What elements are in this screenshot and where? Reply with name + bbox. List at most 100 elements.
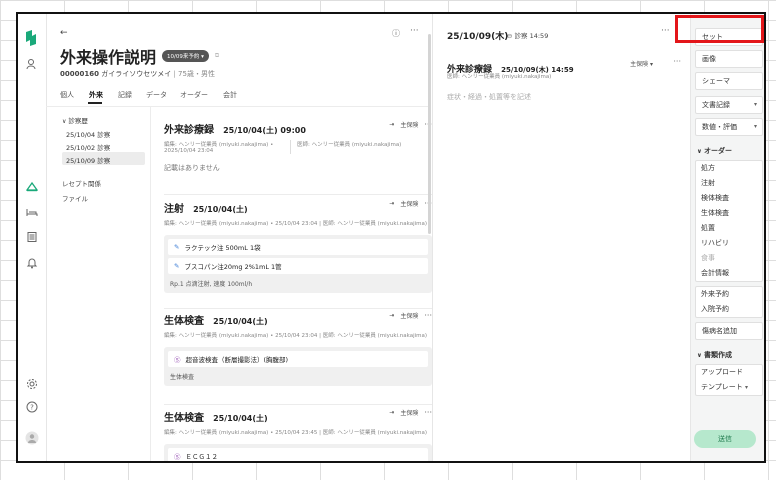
card-title: 生体検査 xyxy=(164,413,204,424)
upload-button[interactable]: アップロード xyxy=(696,365,762,380)
card-divider xyxy=(164,404,432,405)
card-doctor-meta: 医師: ヘンリー従業員 (miyuki.nakajima) xyxy=(290,140,407,154)
numeric-eval-dropdown[interactable]: 数値・評価 ▾ xyxy=(695,118,763,136)
tabs-divider xyxy=(46,106,431,107)
patient-search-icon[interactable] xyxy=(24,56,40,72)
help-icon[interactable]: ? xyxy=(24,399,40,415)
order-item-procedure[interactable]: 処置 xyxy=(696,221,762,236)
order-line[interactable]: Ⓢ 超音波検査（断層撮影法）(胸腹部) xyxy=(168,351,428,367)
record-card-injection: 注射 25/10/04(土) ⇥ 主保険 ··· 編集: ヘンリー従業員 (mi… xyxy=(164,197,432,293)
documents-list: アップロード テンプレート ▾ xyxy=(695,364,763,396)
card-title: 生体検査 xyxy=(164,316,204,327)
active-tab-underline xyxy=(88,102,102,104)
link-icon: ⊖ xyxy=(507,32,513,40)
info-icon[interactable]: ⓘ xyxy=(392,28,400,39)
document-record-dropdown[interactable]: 文書記録 ▾ xyxy=(695,96,763,114)
record-card-physiological-test: 生体検査 25/10/04(土) ⇥ 主保険 ··· 編集: ヘンリー従業員 (… xyxy=(164,309,432,386)
order-item-physio-test[interactable]: 生体検査 xyxy=(696,206,762,221)
order-item-prescription[interactable]: 処方 xyxy=(696,161,762,176)
documents-section-header[interactable]: ∨ 書類作成 xyxy=(691,344,764,364)
appointment-list: 外来予約 入院予約 xyxy=(695,286,763,318)
schema-button[interactable]: シェーマ xyxy=(695,72,763,90)
send-button[interactable]: 送信 xyxy=(694,430,756,448)
order-item-injection[interactable]: 注射 xyxy=(696,176,762,191)
patient-name-title: 外来操作説明 xyxy=(60,48,157,67)
receipt-link[interactable]: レセプト関係 xyxy=(62,178,101,188)
order-section-header[interactable]: ∨ オーダー xyxy=(691,140,764,160)
insurance-select[interactable]: 主保険 ▾ xyxy=(630,59,653,68)
import-icon[interactable]: ⇥ xyxy=(389,312,394,319)
visit-item[interactable]: 25/10/02 診察 xyxy=(66,142,110,152)
patient-kana: ガイライソウセツメイ xyxy=(101,70,172,78)
outpatient-appointment-button[interactable]: 外来予約 xyxy=(696,287,762,302)
chevron-down-icon: ▾ xyxy=(745,384,749,391)
record-card-outpatient: 外来診療録 25/10/04(土) 09:00 ⇥ 主保険 ··· 編集: ヘン… xyxy=(164,118,432,173)
more-menu-icon[interactable]: ··· xyxy=(424,311,432,320)
insurance-label[interactable]: 主保険 xyxy=(400,311,418,320)
visit-time-label: ⊖ 診察 14:59 xyxy=(507,32,549,40)
order-list: 処方 注射 検体検査 生体検査 処置 リハビリ 食事 会計情報 xyxy=(695,160,763,282)
order-line[interactable]: ✎ ブスコパン注20mg 2%1mL 1管 xyxy=(168,258,428,274)
outpatient-icon[interactable] xyxy=(24,178,40,194)
tab-data[interactable]: データ xyxy=(146,90,167,100)
order-line[interactable]: ✎ ラクテック注 500mL 1袋 xyxy=(168,239,428,255)
tab-outpatient[interactable]: 外来 xyxy=(89,90,103,100)
syringe-icon: ✎ xyxy=(174,262,180,270)
test-icon: Ⓢ xyxy=(174,356,181,364)
copy-icon[interactable]: ⧉ xyxy=(215,52,219,60)
visit-item-selected[interactable]: 25/10/09 診察 xyxy=(66,155,110,165)
order-item-rehab[interactable]: リハビリ xyxy=(696,236,762,251)
order-line[interactable]: Ⓢ ＥＣＧ１２ xyxy=(168,448,428,461)
card-title: 注射 xyxy=(164,204,184,215)
more-menu-icon[interactable]: ··· xyxy=(410,26,419,36)
file-link[interactable]: ファイル xyxy=(62,193,88,203)
import-icon[interactable]: ⇥ xyxy=(389,200,394,207)
visit-history-header[interactable]: ∨ 診察歴 xyxy=(62,115,88,125)
chevron-down-icon: ▾ xyxy=(753,123,757,130)
svg-text:?: ? xyxy=(30,404,34,412)
order-note: 生体検査 xyxy=(170,374,195,381)
more-menu-icon[interactable]: ··· xyxy=(673,57,681,66)
tab-order[interactable]: オーダー xyxy=(180,90,208,100)
tab-personal[interactable]: 個人 xyxy=(60,90,74,100)
order-box: Ⓢ ＥＣＧ１２ xyxy=(164,444,432,461)
user-avatar-icon[interactable] xyxy=(24,430,40,446)
visit-editor-panel: 25/10/09(木) ⊖ 診察 14:59 ··· 外来診療録 25/10/0… xyxy=(432,14,691,461)
add-disease-button[interactable]: 傷病名追加 xyxy=(695,322,763,340)
card-date: 25/10/04(土) xyxy=(193,205,248,214)
card-title: 外来診療録 xyxy=(164,125,214,136)
tab-accounting[interactable]: 会計 xyxy=(223,90,237,100)
list-icon[interactable] xyxy=(24,229,40,245)
insurance-label[interactable]: 主保険 xyxy=(400,199,418,208)
insurance-label[interactable]: 主保険 xyxy=(400,120,418,129)
reservation-badge[interactable]: 10/09来予約 ▾ xyxy=(162,50,209,62)
card-empty-text: 記載はありません xyxy=(164,164,220,172)
image-button[interactable]: 画像 xyxy=(695,50,763,68)
chevron-down-icon: ▾ xyxy=(753,101,757,108)
import-icon[interactable]: ⇥ xyxy=(389,409,394,416)
card-edit-meta: 編集: ヘンリー従業員 (miyuki.nakajima) • 2025/10/… xyxy=(164,142,274,154)
record-doctor: 医師: ヘンリー従業員 (miyuki.nakajima) xyxy=(447,74,552,80)
record-card-physiological-test: 生体検査 25/10/04(土) ⇥ 主保険 ··· 編集: ヘンリー従業員 (… xyxy=(164,406,432,461)
order-item-meal: 食事 xyxy=(701,254,715,262)
card-meta: 編集: ヘンリー従業員 (miyuki.nakajima) • 25/10/04… xyxy=(164,221,428,227)
inpatient-appointment-button[interactable]: 入院予約 xyxy=(696,302,762,317)
back-arrow-icon[interactable]: ← xyxy=(60,28,68,38)
order-note: Rp.1 点滴注射, 速度 100ml/h xyxy=(170,281,253,288)
visit-item[interactable]: 25/10/04 診察 xyxy=(66,129,110,139)
import-icon[interactable]: ⇥ xyxy=(389,121,394,128)
main-scrollbar[interactable] xyxy=(428,34,431,234)
insurance-label[interactable]: 主保険 xyxy=(400,408,418,417)
record-text-editor[interactable]: 症状・経過・処置等を記述 xyxy=(447,92,531,102)
settings-gear-icon[interactable] xyxy=(24,376,40,392)
inpatient-bed-icon[interactable] xyxy=(24,204,40,220)
order-item-billing[interactable]: 会計情報 xyxy=(696,266,762,281)
more-menu-icon[interactable]: ··· xyxy=(424,408,432,417)
card-meta: 編集: ヘンリー従業員 (miyuki.nakajima) • 25/10/04… xyxy=(164,430,428,436)
more-menu-icon[interactable]: ··· xyxy=(661,26,670,36)
bell-icon[interactable] xyxy=(24,255,40,271)
tab-record[interactable]: 記録 xyxy=(118,90,132,100)
tree-divider xyxy=(150,106,151,461)
order-item-specimen-test[interactable]: 検体検査 xyxy=(696,191,762,206)
template-dropdown[interactable]: テンプレート ▾ xyxy=(696,380,762,395)
